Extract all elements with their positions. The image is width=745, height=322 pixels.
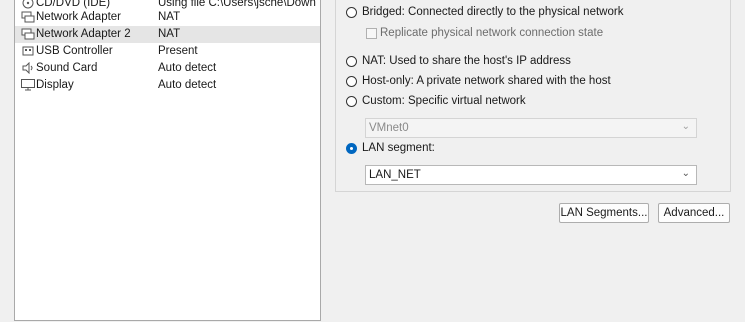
- hardware-summary: NAT: [158, 11, 181, 23]
- replicate-state-label: Replicate physical network connection st…: [380, 27, 604, 39]
- hostonly-radio[interactable]: [346, 76, 357, 87]
- hardware-name: Network Adapter 2: [36, 28, 131, 40]
- hardware-summary: Using file C:\Users\jsche\Down: [158, 0, 316, 9]
- hardware-summary: Present: [158, 45, 198, 57]
- hardware-name: Sound Card: [36, 62, 98, 74]
- custom-radio[interactable]: [346, 96, 357, 107]
- bridged-label: Bridged: Connected directly to the physi…: [362, 6, 624, 18]
- hardware-name: CD/DVD (IDE): [36, 0, 111, 9]
- cd-dvd-icon: [21, 0, 35, 9]
- lan-segment-value: LAN_NET: [369, 169, 421, 181]
- bridged-radio[interactable]: [346, 7, 357, 18]
- network-adapter-icon: [21, 11, 35, 23]
- hardware-name: Display: [36, 79, 74, 91]
- lan-segment-select[interactable]: LAN_NET ⌄: [365, 165, 697, 185]
- display-icon: [21, 79, 35, 91]
- hardware-row-display[interactable]: Display Auto detect: [15, 77, 320, 94]
- lan-segment-label: LAN segment:: [362, 142, 435, 154]
- advanced-button[interactable]: Advanced...: [658, 203, 730, 223]
- replicate-state-checkbox: [366, 28, 377, 39]
- chevron-down-icon: ⌄: [681, 121, 690, 132]
- chevron-down-icon: ⌄: [681, 168, 690, 179]
- hardware-row-network-adapter[interactable]: Network Adapter NAT: [15, 9, 320, 26]
- hardware-name: Network Adapter: [36, 11, 122, 23]
- lan-segment-radio[interactable]: [346, 143, 357, 154]
- sound-card-icon: [21, 61, 35, 75]
- custom-label: Custom: Specific virtual network: [362, 95, 526, 107]
- hardware-name: USB Controller: [36, 45, 113, 57]
- hardware-list: CD/DVD (IDE) Using file C:\Users\jsche\D…: [14, 0, 321, 321]
- hardware-summary: Auto detect: [158, 62, 217, 74]
- network-adapter-icon: [21, 28, 35, 40]
- nat-label: NAT: Used to share the host's IP address: [362, 55, 571, 67]
- hardware-summary: NAT: [158, 28, 181, 40]
- custom-network-select: VMnet0 ⌄: [365, 118, 697, 138]
- usb-controller-icon: [21, 45, 35, 57]
- lan-segments-button[interactable]: LAN Segments...: [559, 203, 649, 223]
- nat-radio[interactable]: [346, 56, 357, 67]
- hardware-row-usb-controller[interactable]: USB Controller Present: [15, 43, 320, 60]
- hardware-row-network-adapter-2[interactable]: Network Adapter 2 NAT: [15, 26, 320, 43]
- custom-network-value: VMnet0: [369, 122, 409, 134]
- hardware-summary: Auto detect: [158, 79, 217, 91]
- hardware-row-sound-card[interactable]: Sound Card Auto detect: [15, 60, 320, 77]
- hostonly-label: Host-only: A private network shared with…: [362, 75, 611, 87]
